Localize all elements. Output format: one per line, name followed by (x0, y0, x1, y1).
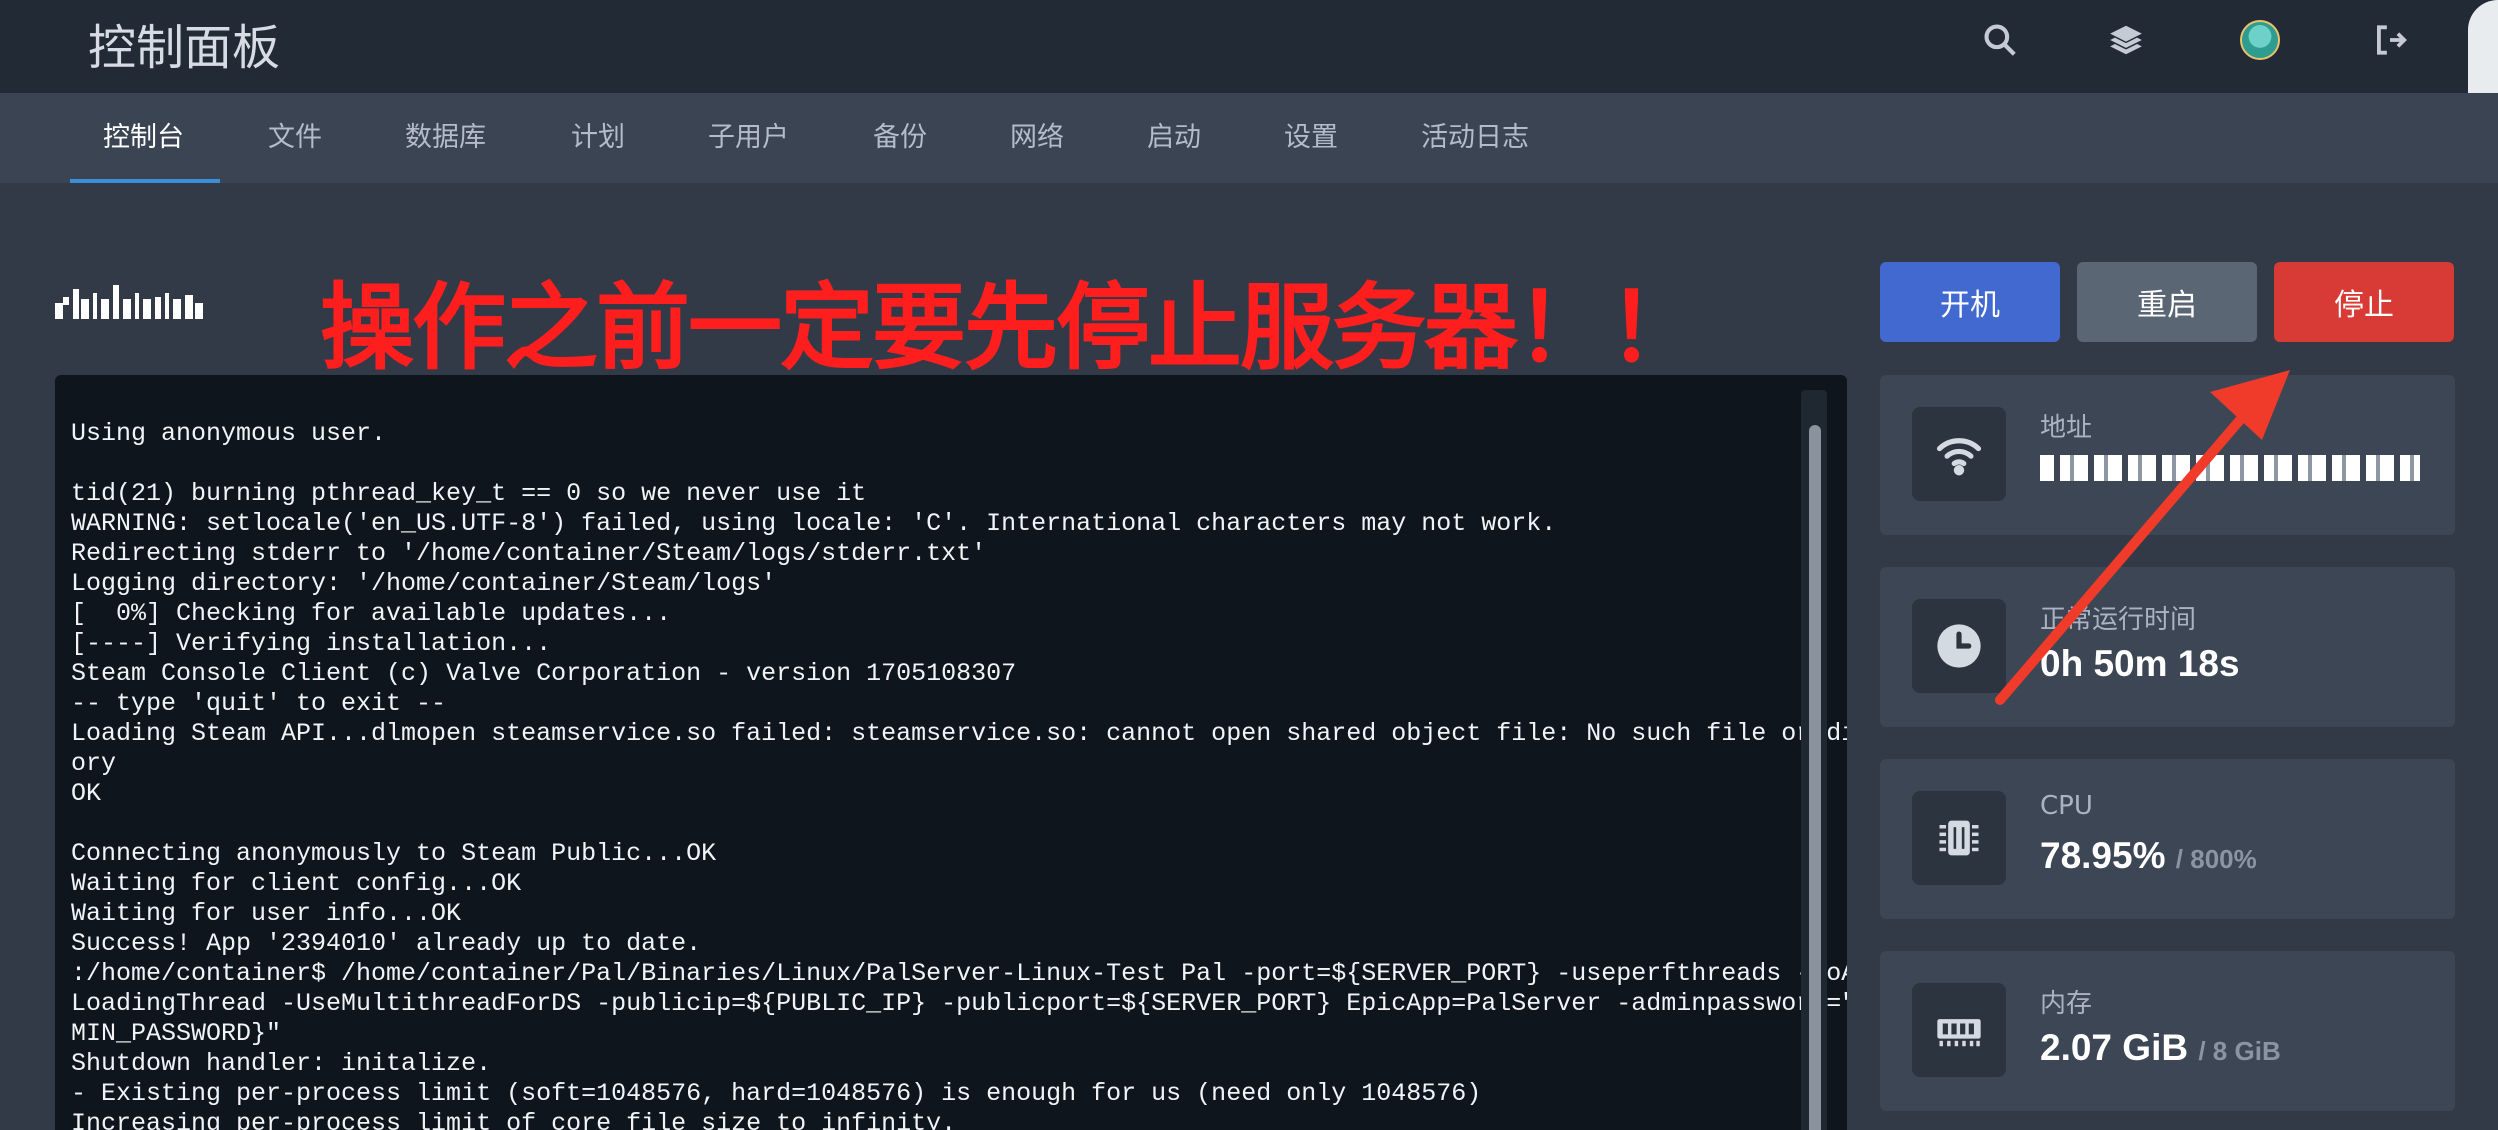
wifi-icon (1912, 407, 2006, 501)
warning-annotation: 操作之前一定要先停止服务器！！ (320, 274, 1702, 383)
address-label: 地址 (2040, 413, 2093, 443)
console-line: Steam Console Client (c) Valve Corporati… (71, 659, 1017, 688)
console-line: Waiting for user info...OK (71, 899, 462, 928)
cpu-card: CPU 78.95% / 800% (1880, 759, 2455, 919)
tab-settings[interactable]: 设置 (1284, 93, 1338, 183)
console-line: -- type 'quit' to exit -- (71, 689, 447, 718)
console-line: - Existing per-process limit (soft=10485… (71, 1079, 1482, 1108)
console-line: WARNING: setlocale('en_US.UTF-8') failed… (71, 509, 1557, 538)
console-line: [----] Verifying installation... (71, 629, 552, 658)
cpu-usage: 78.95% (2040, 835, 2166, 876)
console-line: tid(21) burning pthread_key_t == 0 so we… (71, 479, 867, 508)
memory-icon (1912, 983, 2006, 1077)
tab-activity[interactable]: 活动日志 (1421, 93, 1529, 183)
server-logo (55, 285, 203, 319)
top-bar: 控制面板 (0, 0, 2498, 93)
search-icon[interactable] (1974, 14, 2026, 66)
address-value-redacted (2040, 455, 2420, 481)
uptime-value: 0h 50m 18s (2040, 643, 2240, 684)
console-line: Increasing per-process limit of core fil… (71, 1109, 957, 1130)
tab-startup[interactable]: 启动 (1147, 93, 1201, 183)
uptime-card: 正常运行时间 0h 50m 18s (1880, 567, 2455, 727)
cpu-icon (1912, 791, 2006, 885)
console-line: ory (71, 749, 117, 778)
console-line: Waiting for client config...OK (71, 869, 522, 898)
active-tab-indicator (70, 179, 220, 183)
clock-icon (1912, 599, 2006, 693)
console-line: Connecting anonymously to Steam Public..… (71, 839, 717, 868)
console-line: Shutdown handler: initalize. (71, 1049, 492, 1078)
start-button[interactable]: 开机 (1880, 262, 2060, 342)
console[interactable]: Using anonymous user. tid(21) burning pt… (55, 375, 1847, 1130)
tab-files[interactable]: 文件 (268, 93, 322, 183)
address-card: 地址 (1880, 375, 2455, 535)
console-output: Using anonymous user. tid(21) burning pt… (71, 419, 1847, 1130)
memory-label: 内存 (2040, 989, 2093, 1019)
nav-bar: 控制台 文件 数据库 计划 子用户 备份 网络 启动 设置 活动日志 (0, 93, 2498, 183)
console-line: OK (71, 779, 102, 808)
cpu-value: 78.95% / 800% (2040, 835, 2257, 877)
console-line: Logging directory: '/home/container/Stea… (71, 569, 777, 598)
console-line: MIN_PASSWORD}" (71, 1019, 282, 1048)
avatar[interactable] (2240, 20, 2280, 60)
memory-value: 2.07 GiB / 8 GiB (2040, 1027, 2281, 1069)
memory-usage: 2.07 GiB (2040, 1027, 2189, 1068)
memory-limit: / 8 GiB (2198, 1036, 2281, 1066)
console-line: LoadingThread -UseMultithreadForDS -publ… (71, 989, 1847, 1018)
console-line: Loading Steam API...dlmopen steamservice… (71, 719, 1847, 748)
cpu-limit: / 800% (2175, 844, 2257, 874)
stop-button[interactable]: 停止 (2274, 262, 2454, 342)
tab-network[interactable]: 网络 (1010, 93, 1064, 183)
layers-icon[interactable] (2100, 14, 2152, 66)
page-title: 控制面板 (88, 20, 281, 76)
tab-schedules[interactable]: 计划 (571, 93, 625, 183)
console-line: Success! App '2394010' already up to dat… (71, 929, 702, 958)
tab-databases[interactable]: 数据库 (405, 93, 486, 183)
console-line: Redirecting stderr to '/home/container/S… (71, 539, 987, 568)
memory-card: 内存 2.07 GiB / 8 GiB (1880, 951, 2455, 1111)
console-scrollbar-thumb[interactable] (1809, 425, 1821, 1130)
logout-icon[interactable] (2364, 14, 2416, 66)
tab-backups[interactable]: 备份 (873, 93, 927, 183)
tab-users[interactable]: 子用户 (708, 93, 789, 183)
console-line: :/home/container$ /home/container/Pal/Bi… (71, 959, 1847, 988)
console-line: Using anonymous user. (71, 419, 387, 448)
tab-console[interactable]: 控制台 (103, 93, 184, 183)
uptime-label: 正常运行时间 (2040, 605, 2197, 635)
console-line: [ 0%] Checking for available updates... (71, 599, 672, 628)
restart-button[interactable]: 重启 (2077, 262, 2257, 342)
cpu-label: CPU (2040, 791, 2093, 821)
